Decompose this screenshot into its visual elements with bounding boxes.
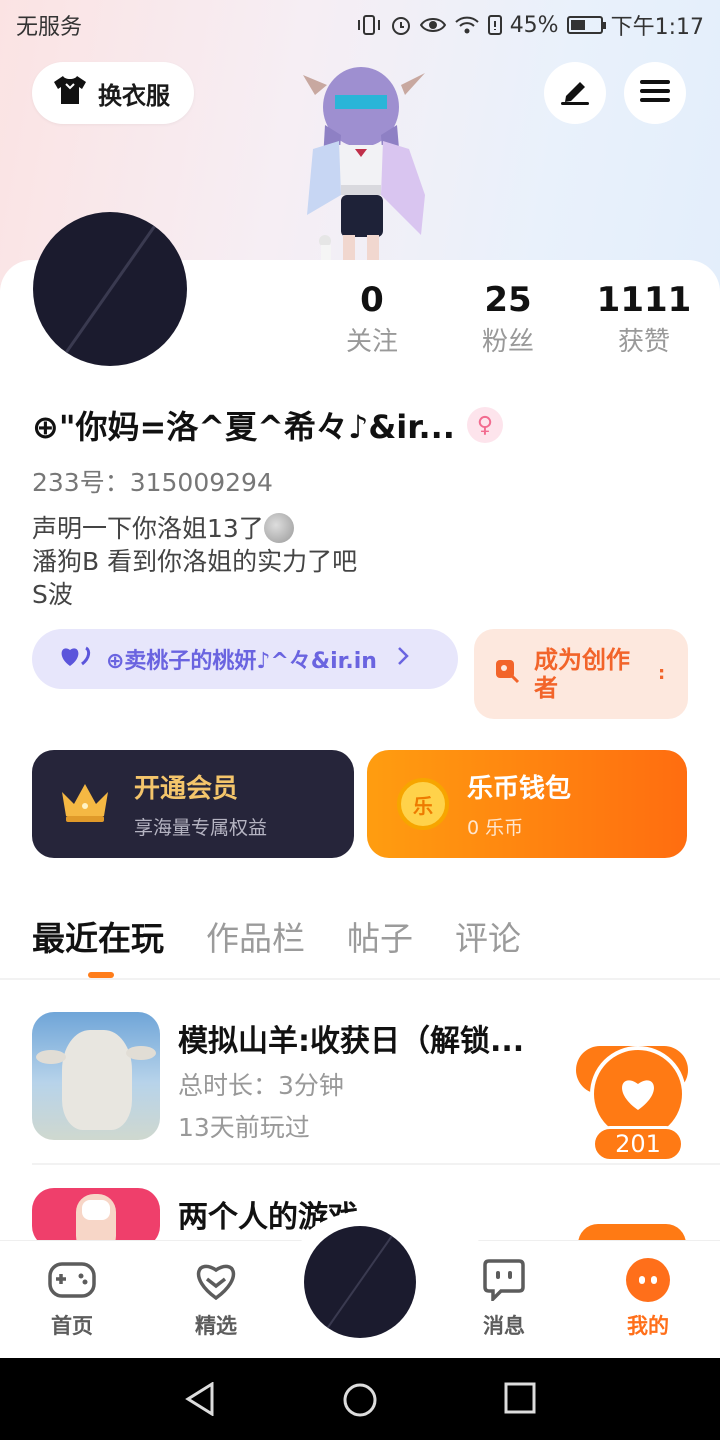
tshirt-icon (52, 74, 88, 112)
game-title: 模拟山羊:收获日（解锁... (178, 1024, 525, 1059)
tab-posts[interactable]: 帖子 (347, 912, 413, 960)
stat-following[interactable]: 0 关注 (304, 278, 440, 362)
stat-likes[interactable]: 1111 获赞 (576, 278, 712, 362)
goat-game-icon (32, 1012, 160, 1140)
recent-apps-icon[interactable] (504, 1382, 536, 1418)
system-navigation-bar (0, 1358, 720, 1440)
change-clothes-button[interactable]: 换衣服 (32, 62, 194, 124)
gamepad-icon (27, 1258, 117, 1302)
profile-avatar[interactable] (33, 212, 187, 366)
stat-label: 获赞 (617, 327, 670, 357)
eye-icon (419, 16, 446, 34)
double-heart-icon (60, 644, 94, 674)
home-circle-icon[interactable] (342, 1382, 378, 1422)
status-bar: 无服务 45% 下午1:17 (0, 0, 720, 50)
guild-link[interactable]: ⊕卖桃子的桃妍♪^々&ir.in (32, 629, 458, 689)
chat-bubble-icon (459, 1258, 549, 1302)
nav-label: 我的 (627, 1314, 669, 1338)
creator-icon (494, 658, 520, 690)
more-dots-icon: : (658, 663, 666, 684)
stat-value: 1111 (596, 280, 692, 320)
wallet-title: 乐币钱包 (467, 774, 572, 804)
nav-label: 精选 (195, 1314, 237, 1338)
menu-icon (639, 78, 671, 108)
crown-icon (58, 780, 112, 828)
carrier-label: 无服务 (16, 15, 83, 40)
stat-value: 25 (484, 280, 532, 320)
like-count: 201 (592, 1126, 684, 1162)
status-icons: 45% 下午1:17 (356, 9, 704, 41)
bio-line: 声明一下你洛姐13了 (32, 514, 264, 543)
like-floating-button[interactable]: 201 (576, 1046, 688, 1162)
profile-tabs: 最近在玩 作品栏 帖子 评论 (32, 912, 563, 978)
vip-subtitle: 享海量专属权益 (134, 817, 268, 839)
edit-profile-button[interactable] (544, 62, 606, 124)
heart-chevron-icon (171, 1258, 261, 1302)
bio-line: S波 (32, 580, 73, 609)
clock: 下午1:17 (610, 15, 704, 40)
coin-wallet-card[interactable]: 乐 乐币钱包 0 乐币 (367, 750, 687, 858)
stat-value: 0 (360, 280, 384, 320)
game-duration: 总时长：3分钟 (178, 1071, 344, 1100)
wallet-balance: 0 乐币 (467, 817, 524, 839)
menu-button[interactable] (624, 62, 686, 124)
vibrate-icon (356, 14, 382, 36)
moon-emoji-icon (263, 513, 294, 543)
female-gender-icon: ♀ (466, 407, 503, 443)
nav-me[interactable]: 我的 (603, 1258, 693, 1340)
nav-messages[interactable]: 消息 (459, 1258, 549, 1340)
sim-icon (487, 15, 502, 35)
coin-icon: 乐 (397, 778, 449, 830)
tab-recently-played[interactable]: 最近在玩 (32, 912, 164, 978)
user-id[interactable]: 233号：315009294 (32, 463, 273, 499)
alarm-icon (390, 14, 412, 36)
username-row: ⊕"你妈=洛^夏^希々♪&ir... ♀ (32, 402, 503, 448)
stat-followers[interactable]: 25 粉丝 (440, 278, 576, 362)
bio-line: 潘狗B 看到你洛姐的实力了吧 (32, 547, 358, 576)
stat-label: 关注 (345, 327, 398, 357)
vip-membership-card[interactable]: 开通会员 享海量专属权益 (32, 750, 354, 858)
tab-works[interactable]: 作品栏 (206, 912, 305, 960)
username: ⊕"你妈=洛^夏^希々♪&ir... (32, 408, 455, 446)
creator-label: 成为创作者 (534, 646, 630, 702)
pen-icon (558, 76, 592, 110)
profile-stats: 0 关注 25 粉丝 1111 获赞 (304, 278, 720, 362)
battery-icon (566, 16, 606, 34)
wifi-icon (454, 15, 480, 35)
game-last-played: 13天前玩过 (178, 1113, 310, 1142)
back-icon[interactable] (184, 1381, 216, 1420)
chevron-right-icon (397, 646, 409, 672)
me-icon (603, 1258, 693, 1302)
center-avatar-button[interactable] (304, 1226, 416, 1338)
two-player-game-icon (32, 1188, 160, 1248)
avatar-character-figure[interactable] (285, 45, 445, 263)
nav-label: 消息 (483, 1314, 525, 1338)
guild-name: ⊕卖桃子的桃妍♪^々&ir.in (106, 649, 377, 674)
nav-label: 首页 (51, 1314, 93, 1338)
change-clothes-label: 换衣服 (98, 81, 170, 110)
stat-label: 粉丝 (481, 327, 534, 357)
nav-featured[interactable]: 精选 (171, 1258, 261, 1340)
nav-home[interactable]: 首页 (27, 1258, 117, 1340)
tab-comments[interactable]: 评论 (455, 912, 521, 960)
vip-title: 开通会员 (134, 774, 239, 804)
become-creator-button[interactable]: 成为创作者 : (474, 629, 688, 719)
tabs-divider (0, 978, 720, 980)
row-divider (32, 1163, 720, 1165)
bio: 声明一下你洛姐13了 潘狗B 看到你洛姐的实力了吧 S波 (32, 512, 357, 611)
battery-percent: 45% (509, 12, 559, 38)
